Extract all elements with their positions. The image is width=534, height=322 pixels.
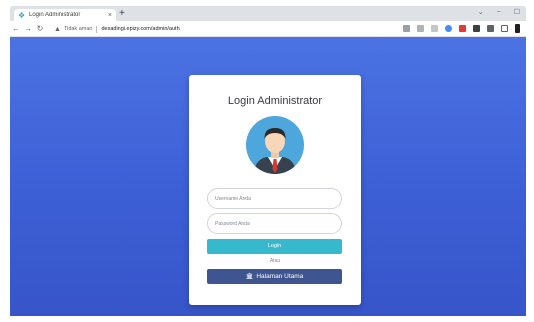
profile-icon[interactable] [515,24,520,33]
screen: ❖ Login Administrator × + ⌄ − ☐ ← → ↻ ▲ … [0,0,534,322]
not-secure-label: Tidak aman [63,26,93,32]
forward-icon[interactable]: → [22,21,34,37]
page-viewport: Login Administrator Login Atau [10,37,526,316]
address-bar[interactable]: ▲ Tidak aman desadingi.epizy.com/admin/a… [54,23,434,35]
businessman-avatar-icon [246,116,304,174]
url-separator [96,25,98,33]
sidebar-icon[interactable] [501,25,508,32]
browser-tab[interactable]: ❖ Login Administrator × [14,9,116,21]
password-input[interactable] [207,213,342,234]
maximize-icon[interactable]: ☐ [514,8,520,18]
tab-search-icon[interactable]: ⌄ [478,8,484,18]
browser-toolbar: ← → ↻ ▲ Tidak aman desadingi.epizy.com/a… [10,21,526,37]
username-input[interactable] [207,188,342,209]
extension-icons [403,24,520,33]
tab-title: Login Administrator [29,12,81,18]
extension-red-icon[interactable] [459,25,466,32]
page-title: Login Administrator [227,95,323,107]
new-tab-button[interactable]: + [119,8,125,20]
translate-icon[interactable] [403,25,410,32]
url-text[interactable]: desadingi.epizy.com/admin/auth [101,26,179,32]
extension-dark-icon[interactable] [473,25,480,32]
login-button[interactable]: Login [207,239,342,254]
extensions-puzzle-icon[interactable] [487,25,494,32]
home-button-label: Halaman Utama [256,273,304,280]
login-card: Login Administrator Login Atau [189,75,361,305]
tab-close-icon[interactable]: × [108,12,112,19]
back-icon[interactable]: ← [10,21,22,37]
browser-tabstrip: ❖ Login Administrator × + ⌄ − ☐ [10,6,526,21]
reload-icon[interactable]: ↻ [34,21,46,37]
minimize-icon[interactable]: − [497,8,501,18]
bookmark-star-icon[interactable] [431,25,438,32]
extension-blue-icon[interactable] [445,25,452,32]
favicon-icon: ❖ [18,10,26,20]
warning-icon[interactable]: ▲ [54,26,61,33]
or-text: Atau [269,258,281,264]
window-controls: ⌄ − ☐ [478,8,520,18]
bank-icon: 🏛 [245,274,254,280]
share-icon[interactable] [417,25,424,32]
home-button[interactable]: 🏛 Halaman Utama [207,269,342,284]
